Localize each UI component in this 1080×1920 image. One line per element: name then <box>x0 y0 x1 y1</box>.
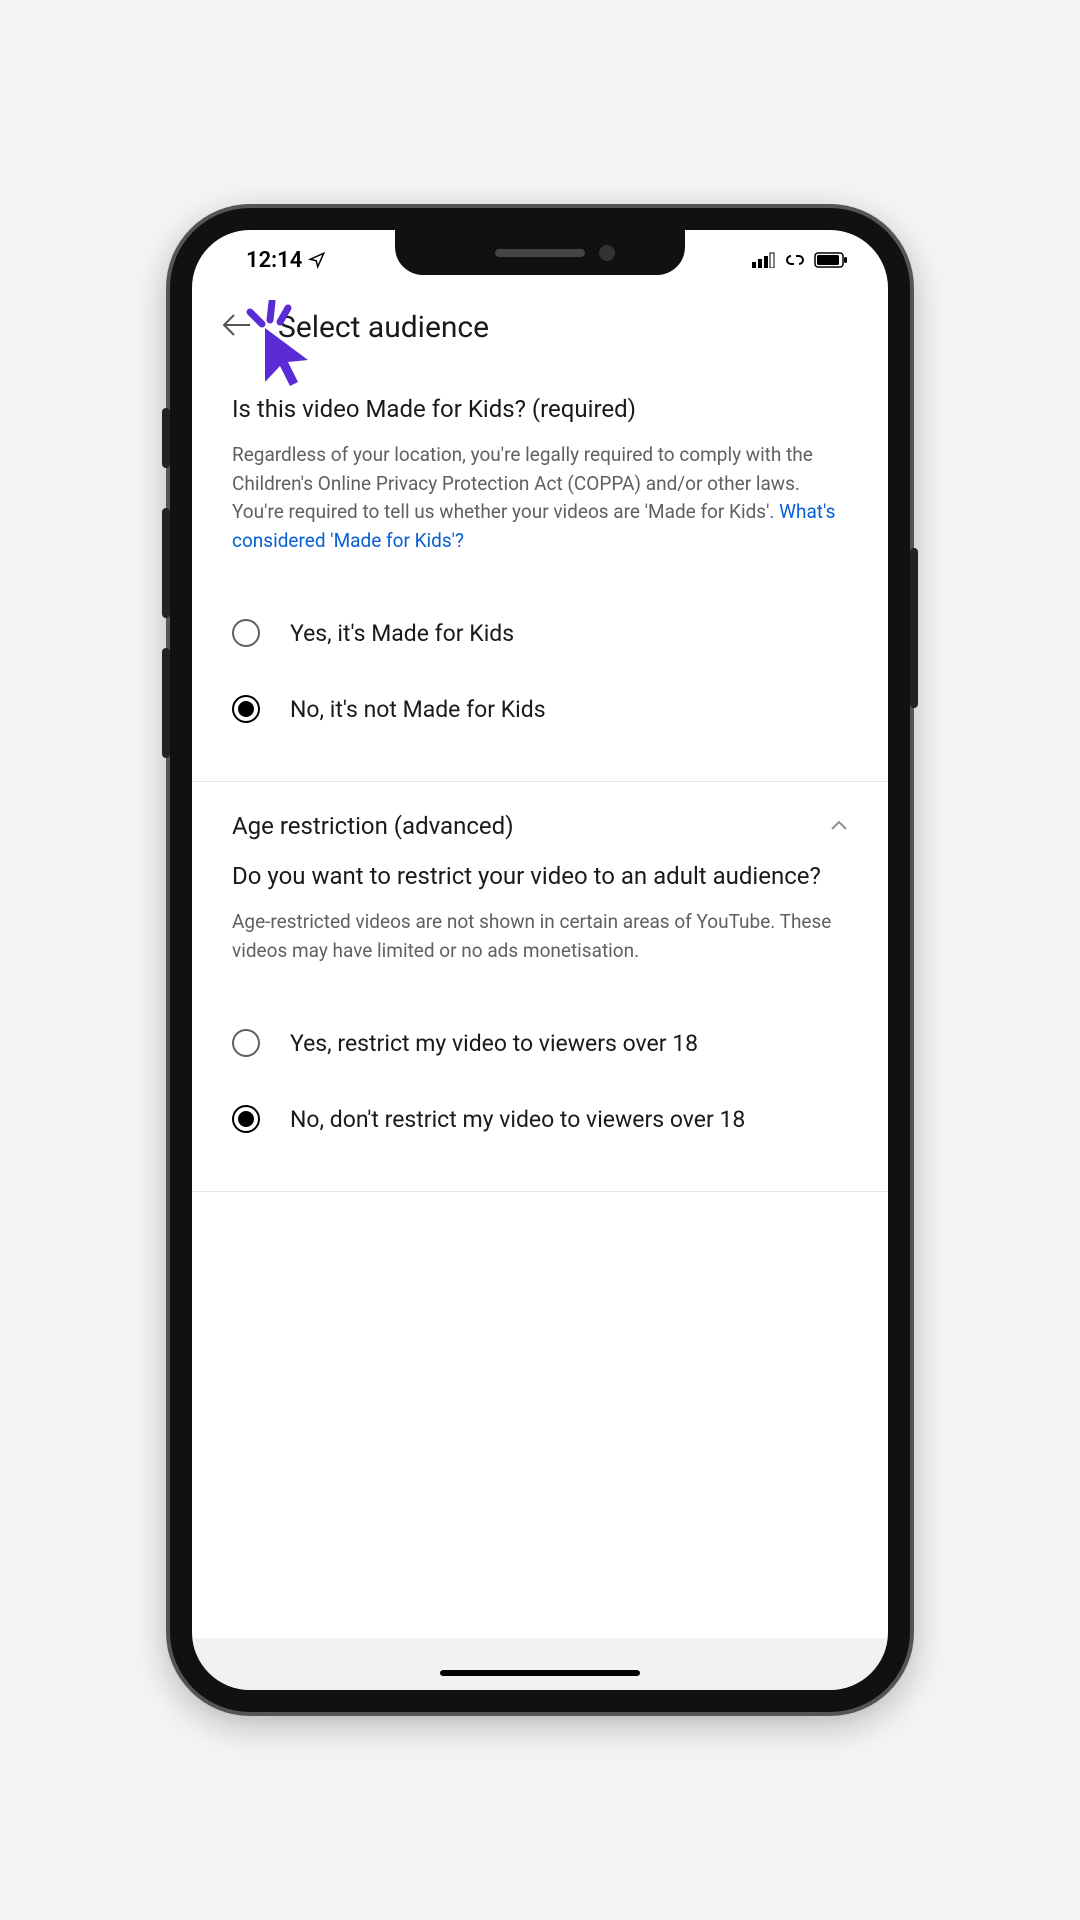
header: Select audience <box>192 290 888 375</box>
age-restriction-radio-group: Yes, restrict my video to viewers over 1… <box>232 1005 848 1157</box>
radio-no-restrict[interactable]: No, don't restrict my video to viewers o… <box>232 1081 848 1157</box>
made-for-kids-desc-text: Regardless of your location, you're lega… <box>232 443 813 523</box>
radio-label: No, don't restrict my video to viewers o… <box>290 1106 745 1133</box>
radio-circle-icon <box>232 619 260 647</box>
spacer <box>192 1192 888 1638</box>
radio-label: Yes, it's Made for Kids <box>290 620 514 647</box>
age-restriction-accordion[interactable]: Age restriction (advanced) <box>192 782 888 862</box>
phone-mute-switch <box>162 408 170 468</box>
made-for-kids-radio-group: Yes, it's Made for Kids No, it's not Mad… <box>232 595 848 747</box>
phone-volume-up <box>162 508 170 618</box>
made-for-kids-title: Is this video Made for Kids? (required) <box>232 395 848 423</box>
status-left: 12:14 <box>246 248 326 273</box>
home-indicator[interactable] <box>440 1670 640 1676</box>
phone-power-button <box>910 548 918 708</box>
made-for-kids-section: Is this video Made for Kids? (required) … <box>192 375 888 781</box>
notch-speaker <box>495 249 585 257</box>
chain-icon <box>782 252 808 268</box>
radio-label: Yes, restrict my video to viewers over 1… <box>290 1030 698 1057</box>
radio-yes-restrict[interactable]: Yes, restrict my video to viewers over 1… <box>232 1005 848 1081</box>
age-restriction-question: Do you want to restrict your video to an… <box>232 862 848 890</box>
chevron-up-icon <box>830 816 848 837</box>
notch <box>395 230 685 275</box>
age-restriction-description: Age-restricted videos are not shown in c… <box>232 908 848 965</box>
age-restriction-section: Do you want to restrict your video to an… <box>192 862 888 1191</box>
radio-label: No, it's not Made for Kids <box>290 696 546 723</box>
back-arrow-icon[interactable] <box>222 310 252 345</box>
battery-icon <box>814 252 848 268</box>
status-right <box>752 252 848 268</box>
location-arrow-icon <box>308 251 326 269</box>
age-restriction-title: Age restriction (advanced) <box>232 812 514 840</box>
bottom-bar <box>192 1638 888 1690</box>
signal-icon <box>752 252 776 268</box>
notch-camera <box>599 245 615 261</box>
page-title: Select audience <box>278 310 489 345</box>
phone-volume-down <box>162 648 170 758</box>
content-area: Is this video Made for Kids? (required) … <box>192 375 888 1690</box>
radio-circle-icon <box>232 1029 260 1057</box>
radio-yes-made-for-kids[interactable]: Yes, it's Made for Kids <box>232 595 848 671</box>
screen: 12:14 <box>192 230 888 1690</box>
phone-frame: 12:14 <box>170 208 910 1712</box>
radio-no-made-for-kids[interactable]: No, it's not Made for Kids <box>232 671 848 747</box>
made-for-kids-description: Regardless of your location, you're lega… <box>232 441 848 555</box>
status-time: 12:14 <box>246 248 302 273</box>
radio-circle-selected-icon <box>232 695 260 723</box>
radio-circle-selected-icon <box>232 1105 260 1133</box>
